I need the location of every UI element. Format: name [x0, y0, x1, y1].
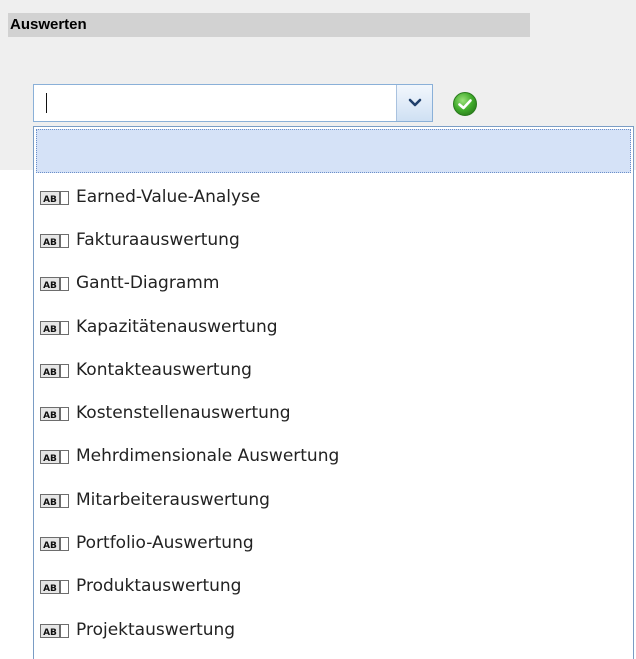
text-field-ab-icon: AB [40, 406, 70, 422]
svg-text:AB: AB [43, 411, 57, 421]
text-field-ab-icon: AB [40, 493, 70, 508]
report-dropdown-list: AB Earned-Value-Analyse AB Fakturaauswertun… [33, 126, 634, 659]
list-item-label: Gantt-Diagramm [76, 273, 220, 294]
green-check-icon [453, 92, 477, 116]
empty-option[interactable] [36, 129, 631, 173]
text-field-ab-icon: AB [40, 363, 70, 378]
chevron-down-icon [408, 98, 421, 107]
list-item[interactable]: AB Produktauswertung [34, 565, 633, 608]
text-field-ab-icon: AB [40, 449, 70, 465]
list-item-label: Earned-Value-Analyse [76, 186, 261, 207]
list-item[interactable]: AB Kontakteauswertung [34, 348, 633, 391]
svg-text:AB: AB [43, 368, 57, 378]
text-field-ab-icon: AB [40, 579, 70, 595]
list-item[interactable]: AB Mehrdimensionale Auswertung [34, 435, 633, 478]
svg-text:AB: AB [43, 454, 57, 464]
text-field-ab-icon: AB [40, 233, 70, 248]
list-item-label: Kostenstellenauswertung [76, 403, 291, 424]
list-item-label: Fakturaauswertung [76, 229, 240, 250]
list-item-label: Mehrdimensionale Auswertung [76, 446, 340, 467]
text-cursor [46, 93, 47, 113]
list-item[interactable]: AB Portfolio-Auswertung [34, 521, 633, 564]
list-item-label: Mitarbeiterauswertung [76, 489, 270, 510]
dropdown-toggle-button[interactable] [396, 85, 432, 121]
svg-text:AB: AB [43, 238, 57, 248]
text-field-ab-icon: AB [40, 623, 70, 638]
svg-text:AB: AB [43, 281, 57, 291]
list-item[interactable]: AB Fakturaauswertung [34, 218, 633, 261]
list-item-label: Kapazitätenauswertung [76, 316, 278, 337]
svg-text:AB: AB [43, 498, 57, 508]
list-item-label: Portfolio-Auswertung [76, 533, 254, 554]
list-item-label: Kontakteauswertung [76, 359, 252, 380]
svg-text:AB: AB [43, 541, 57, 551]
svg-text:AB: AB [43, 584, 57, 594]
list-item[interactable]: AB Earned-Value-Analyse [34, 175, 633, 218]
text-field-ab-icon: AB [40, 536, 70, 552]
confirm-button[interactable] [448, 87, 482, 121]
list-item[interactable]: AB Gantt-Diagramm [34, 262, 633, 305]
list-item[interactable]: AB Kostenstellenauswertung [34, 391, 633, 434]
svg-text:AB: AB [43, 195, 57, 205]
svg-text:AB: AB [43, 325, 57, 335]
report-combobox[interactable] [33, 84, 433, 122]
svg-text:AB: AB [43, 628, 57, 638]
text-field-ab-icon: AB [40, 320, 70, 335]
text-field-ab-icon: AB [40, 276, 70, 292]
list-item-label: Produktauswertung [76, 576, 242, 597]
list-item[interactable]: AB Kapazitätenauswertung [34, 305, 633, 348]
section-title: Auswerten [8, 13, 530, 37]
text-field-ab-icon: AB [40, 190, 70, 205]
list-item[interactable]: AB Mitarbeiterauswertung [34, 478, 633, 521]
list-item-label: Projektauswertung [76, 619, 236, 640]
list-item[interactable]: AB Projektauswertung [34, 608, 633, 651]
report-search-input[interactable] [34, 85, 394, 121]
